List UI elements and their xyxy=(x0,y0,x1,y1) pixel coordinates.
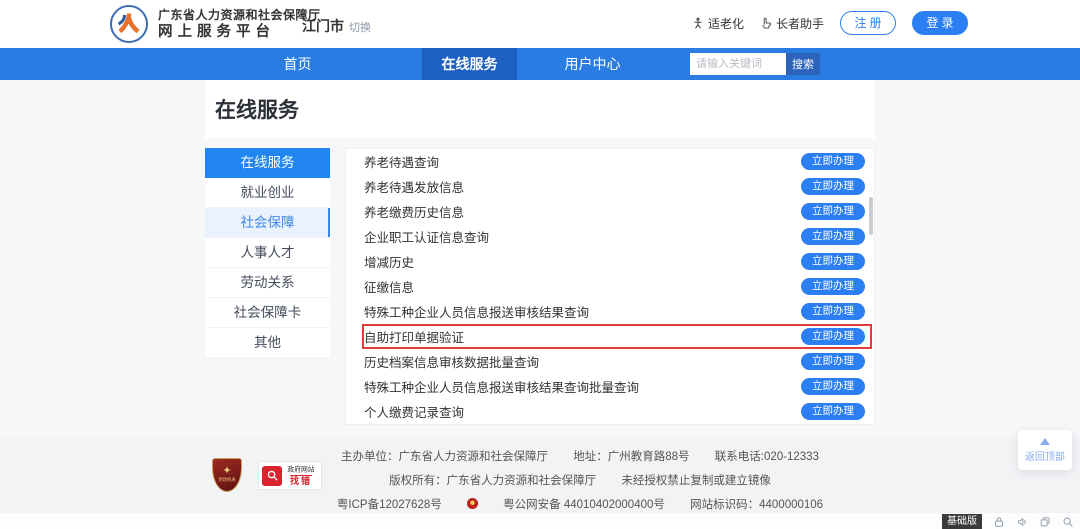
org-name: 广东省人力资源和社会保障厅 xyxy=(158,8,321,22)
service-apply-button[interactable]: 立即办理 xyxy=(801,353,865,371)
hand-icon xyxy=(760,17,772,29)
accessibility-icon xyxy=(692,17,704,29)
service-apply-button[interactable]: 立即办理 xyxy=(801,253,865,271)
back-to-top-label: 返回顶部 xyxy=(1025,448,1065,463)
service-apply-button[interactable]: 立即办理 xyxy=(801,178,865,196)
nav-tab[interactable]: 首页 xyxy=(250,48,345,80)
city-selector: 江门市 切换 xyxy=(302,16,371,36)
sidebar-item[interactable]: 其他 xyxy=(205,328,330,358)
footer-address: 地址：广州教育路88号 xyxy=(573,451,689,463)
bottom-toolbar: 基础版 xyxy=(942,514,1074,529)
search-input[interactable] xyxy=(690,53,786,75)
footer-host: 主办单位：广东省人力资源和社会保障厅 xyxy=(341,451,548,463)
register-button[interactable]: 注册 xyxy=(840,11,896,35)
service-row: 征缴信息 立即办理 xyxy=(346,274,874,299)
footer-phone: 联系电话:020-12333 xyxy=(715,451,819,463)
header-actions: 适老化 长者助手 注册 登录 xyxy=(692,11,968,35)
sidebar-item[interactable]: 就业创业 xyxy=(205,178,330,208)
service-name: 养老待遇发放信息 xyxy=(364,177,464,196)
service-row: 企业职工认证信息查询 立即办理 xyxy=(346,224,874,249)
service-row: 自助打印单据验证 立即办理 xyxy=(346,324,874,349)
footer-notice: 未经授权禁止复制或建立镜像 xyxy=(621,475,771,487)
service-row: 特殊工种企业人员信息报送审核结果查询 立即办理 xyxy=(346,299,874,324)
back-to-top-button[interactable]: 返回顶部 xyxy=(1018,430,1072,470)
service-row: 养老待遇查询 立即办理 xyxy=(346,149,874,174)
copy-window-icon[interactable] xyxy=(1039,516,1051,528)
sidebar-item[interactable]: 劳动关系 xyxy=(205,268,330,298)
city-name: 江门市 xyxy=(302,16,344,36)
platform-name: 网上服务平台 xyxy=(158,23,321,41)
nav-tab[interactable]: 在线服务 xyxy=(422,48,517,80)
brand-titles: 广东省人力资源和社会保障厅 网上服务平台 xyxy=(158,8,321,41)
search-box: 搜索 xyxy=(690,53,820,75)
speaker-icon[interactable] xyxy=(1016,516,1028,528)
footer-line-3: 粤ICP备12027628号 粤公网安备 44010402000400号 网站标… xyxy=(250,496,910,512)
service-apply-button[interactable]: 立即办理 xyxy=(801,328,865,346)
elder-helper-link[interactable]: 长者助手 xyxy=(760,15,824,32)
footer-line-1: 主办单位：广东省人力资源和社会保障厅 地址：广州教育路88号 联系电话:020-… xyxy=(250,448,910,464)
page-root: 广东省人力资源和社会保障厅 网上服务平台 江门市 切换 适老化 长者助手 注册 … xyxy=(0,0,1080,529)
main-nav: 首页 在线服务 用户中心 搜索 xyxy=(0,48,1080,80)
service-row: 特殊工种企业人员信息报送审核结果查询批量查询 立即办理 xyxy=(346,374,874,399)
footer-copyright: 版权所有：广东省人力资源和社会保障厅 xyxy=(389,475,596,487)
service-row: 个人缴费记录查询 立即办理 xyxy=(346,399,874,424)
accessibility-label: 适老化 xyxy=(708,15,744,32)
service-apply-button[interactable]: 立即办理 xyxy=(801,203,865,221)
sidebar-item[interactable]: 社会保障 xyxy=(205,208,330,238)
version-badge: 基础版 xyxy=(942,514,982,529)
service-apply-button[interactable]: 立即办理 xyxy=(801,378,865,396)
login-button[interactable]: 登录 xyxy=(912,11,968,35)
service-apply-button[interactable]: 立即办理 xyxy=(801,278,865,296)
lock-icon[interactable] xyxy=(993,516,1005,528)
title-band: 在线服务 xyxy=(205,80,875,138)
national-emblem-icon xyxy=(467,498,478,509)
logo-emblem-icon xyxy=(114,9,144,39)
footer-icp-link[interactable]: 粤ICP备12027628号 xyxy=(337,499,442,511)
service-row: 养老待遇发放信息 立即办理 xyxy=(346,174,874,199)
site-logo xyxy=(110,5,148,43)
footer-police-link[interactable]: 粤公网安备 44010402000400号 xyxy=(503,499,665,511)
site-header: 广东省人力资源和社会保障厅 网上服务平台 江门市 切换 适老化 长者助手 注册 … xyxy=(0,0,1080,48)
footer-line-2: 版权所有：广东省人力资源和社会保障厅 未经授权禁止复制或建立镜像 xyxy=(250,472,910,488)
nav-tab[interactable]: 用户中心 xyxy=(545,48,640,80)
gov-badge-label: 党政机关 xyxy=(218,478,236,482)
service-name: 自助打印单据验证 xyxy=(364,327,464,346)
sidebar-item[interactable]: 社会保障卡 xyxy=(205,298,330,328)
accessibility-mode-link[interactable]: 适老化 xyxy=(692,15,744,32)
magnifier-icon[interactable] xyxy=(1062,516,1074,528)
site-footer: ✦ 党政机关 政府网站 找错 主办单位：广东省人力资源和社会保障厅 地址：广州教… xyxy=(0,437,1080,513)
service-name: 养老待遇查询 xyxy=(364,152,439,171)
service-name: 特殊工种企业人员信息报送审核结果查询批量查询 xyxy=(364,377,639,396)
footer-text: 主办单位：广东省人力资源和社会保障厅 地址：广州教育路88号 联系电话:020-… xyxy=(250,448,910,520)
footer-site-code: 网站标识码：4400000106 xyxy=(690,499,823,511)
service-row: 养老缴费历史信息 立即办理 xyxy=(346,199,874,224)
gov-agency-badge: ✦ 党政机关 xyxy=(212,458,242,492)
service-apply-button[interactable]: 立即办理 xyxy=(801,403,865,421)
service-name: 历史档案信息审核数据批量查询 xyxy=(364,352,539,371)
sidebar: 在线服务 就业创业 社会保障 人事人才 劳动关系 社会保障卡 其他 xyxy=(205,148,330,358)
service-apply-button[interactable]: 立即办理 xyxy=(801,153,865,171)
nav-tabs: 首页 在线服务 用户中心 xyxy=(250,48,640,80)
elder-helper-label: 长者助手 xyxy=(776,15,824,32)
service-apply-button[interactable]: 立即办理 xyxy=(801,303,865,321)
sidebar-item[interactable]: 在线服务 xyxy=(205,148,330,178)
search-button[interactable]: 搜索 xyxy=(786,53,820,75)
bottom-strip: 基础版 xyxy=(0,513,1080,529)
service-name: 征缴信息 xyxy=(364,277,414,296)
sidebar-item[interactable]: 人事人才 xyxy=(205,238,330,268)
service-name: 养老缴费历史信息 xyxy=(364,202,464,221)
service-apply-button[interactable]: 立即办理 xyxy=(801,228,865,246)
service-list: 养老待遇查询 立即办理 养老待遇发放信息 立即办理 养老缴费历史信息 立即办理 … xyxy=(345,148,875,425)
service-name: 特殊工种企业人员信息报送审核结果查询 xyxy=(364,302,589,321)
city-switch-link[interactable]: 切换 xyxy=(349,19,371,35)
page-title: 在线服务 xyxy=(215,94,299,124)
service-name: 个人缴费记录查询 xyxy=(364,402,464,421)
service-name: 企业职工认证信息查询 xyxy=(364,227,489,246)
gov-badge-star-icon: ✦ xyxy=(222,466,231,476)
service-row: 增减历史 立即办理 xyxy=(346,249,874,274)
service-row: 历史档案信息审核数据批量查询 立即办理 xyxy=(346,349,874,374)
up-triangle-icon xyxy=(1040,438,1050,445)
service-name: 增减历史 xyxy=(364,252,414,271)
